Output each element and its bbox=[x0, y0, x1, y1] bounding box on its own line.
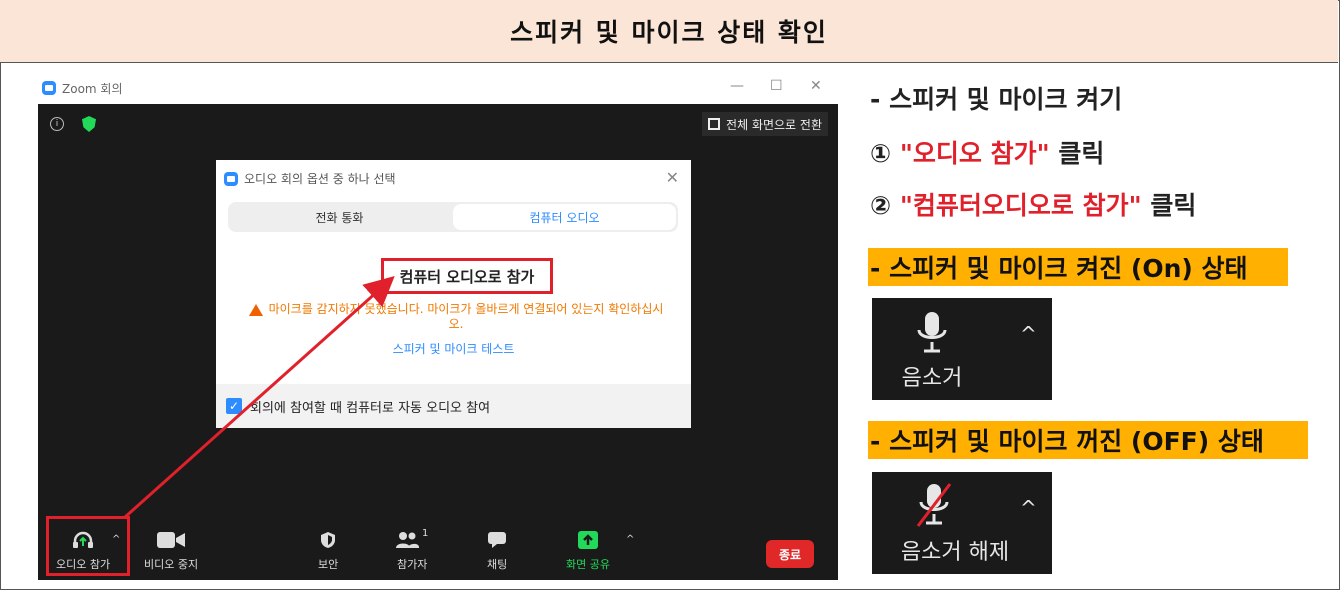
step-1-highlight: "오디오 참가" bbox=[899, 139, 1050, 168]
instruction-step-1: ① "오디오 참가" 클릭 bbox=[870, 134, 1104, 170]
mic-on-status-label: - 스피커 및 마이크 켜진 (On) 상태 bbox=[868, 248, 1288, 286]
chevron-up-icon: ^ bbox=[1020, 322, 1037, 346]
step-1-suffix: 클릭 bbox=[1049, 139, 1105, 168]
mute-button-sample: ^ 음소거 bbox=[872, 298, 1052, 400]
instruction-step-2: ② "컴퓨터오디오로 참가" 클릭 bbox=[870, 186, 1196, 222]
instruction-arrow-icon bbox=[123, 276, 395, 520]
mute-label: 음소거 bbox=[901, 366, 963, 391]
instruction-heading: - 스피커 및 마이크 켜기 bbox=[870, 85, 1123, 114]
chevron-up-icon: ^ bbox=[1020, 496, 1037, 520]
muted-microphone-icon bbox=[916, 483, 952, 527]
mic-off-status-label: - 스피커 및 마이크 꺼진 (OFF) 상태 bbox=[868, 421, 1308, 459]
zoom-window: Zoom 회의 — ☐ ✕ i 전체 화면으로 전환 오디오 회의 옵션 중 하… bbox=[38, 72, 838, 580]
step-2-suffix: 클릭 bbox=[1141, 191, 1197, 220]
step-2-highlight: "컴퓨터오디오로 참가" bbox=[899, 191, 1142, 220]
unmute-label: 음소거 해제 bbox=[900, 540, 1010, 565]
step-1-prefix: ① bbox=[870, 139, 900, 168]
step-2-prefix: ② bbox=[870, 191, 900, 220]
microphone-icon bbox=[917, 312, 947, 353]
unmute-button-sample: ^ 음소거 해제 bbox=[872, 472, 1052, 574]
page-title: 스피커 및 마이크 상태 확인 bbox=[0, 0, 1338, 63]
